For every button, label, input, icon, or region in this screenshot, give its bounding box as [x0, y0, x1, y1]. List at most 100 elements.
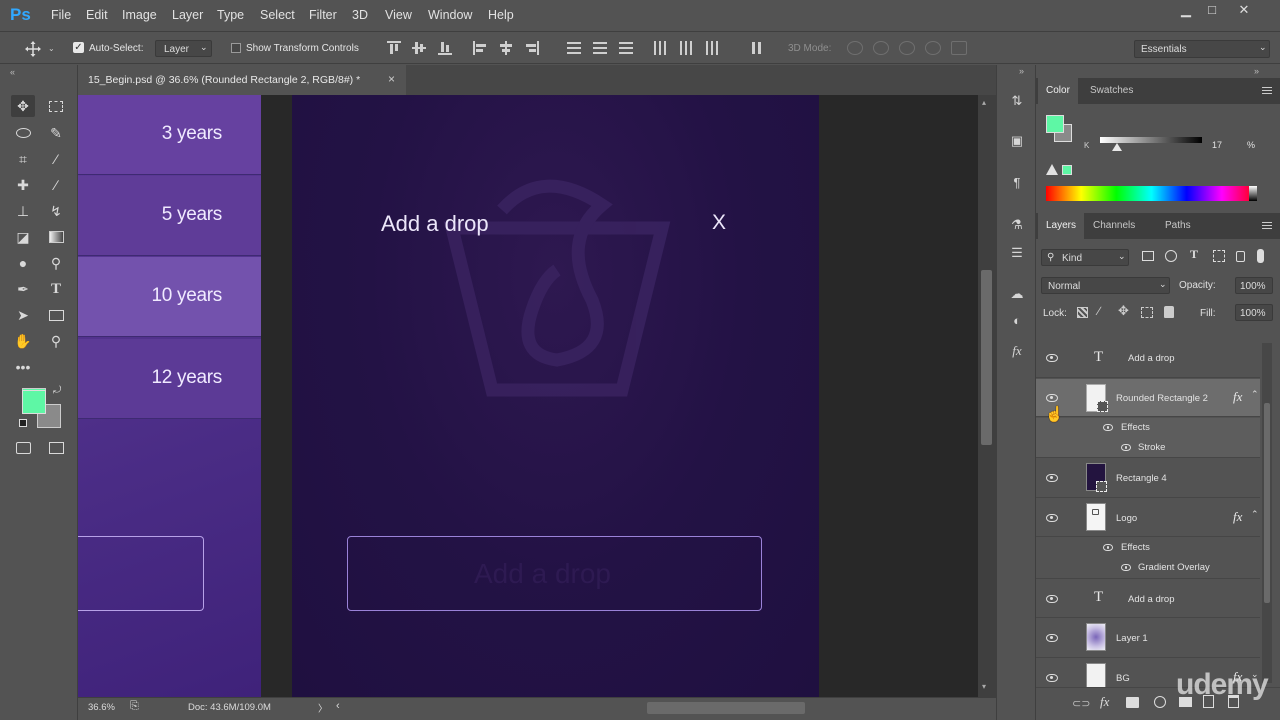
- menu-3d[interactable]: 3D: [352, 8, 368, 22]
- share-icon[interactable]: ⎘: [130, 700, 139, 713]
- close-tab-icon[interactable]: ×: [388, 72, 395, 86]
- artboard-add-drop-modal[interactable]: Add a drop X Add a drop: [292, 95, 819, 697]
- swap-colors-icon[interactable]: ⤾: [53, 385, 61, 396]
- blur-tool[interactable]: ●: [11, 252, 35, 274]
- effects-row[interactable]: Effects: [1036, 418, 1260, 438]
- distribute-right-icon[interactable]: [705, 41, 719, 55]
- menu-type[interactable]: Type: [217, 8, 244, 22]
- vertical-scroll-thumb[interactable]: [981, 270, 992, 445]
- align-right-icon[interactable]: [525, 41, 539, 55]
- visibility-eye-icon[interactable]: [1046, 514, 1058, 522]
- filter-shape-icon[interactable]: [1213, 250, 1225, 262]
- eraser-tool[interactable]: ◪: [11, 226, 35, 248]
- tool-preset-chevron-icon[interactable]: ⌄: [48, 44, 55, 53]
- lock-transparent-icon[interactable]: [1077, 307, 1088, 318]
- distribute-bottom-icon[interactable]: [619, 41, 633, 55]
- zoom-level[interactable]: 36.6%: [88, 702, 115, 713]
- align-horizontal-center-icon[interactable]: [499, 41, 513, 55]
- tab-color[interactable]: Color: [1038, 78, 1078, 104]
- stroke-visibility-eye-icon[interactable]: [1121, 444, 1131, 451]
- scroll-up-icon[interactable]: ▴: [982, 98, 986, 107]
- brush-presets-icon[interactable]: ⚗: [1007, 215, 1027, 235]
- styles-panel-icon[interactable]: fx: [1007, 341, 1027, 361]
- default-colors-icon[interactable]: [19, 419, 27, 427]
- layer-row[interactable]: T Add a drop: [1036, 580, 1260, 618]
- lock-position-icon[interactable]: ✥: [1118, 303, 1129, 319]
- new-adjustment-icon[interactable]: [1154, 696, 1166, 708]
- effects-visibility-eye-icon[interactable]: [1103, 424, 1113, 431]
- distribute-left-icon[interactable]: [653, 41, 667, 55]
- align-bottom-icon[interactable]: [438, 41, 452, 55]
- menu-select[interactable]: Select: [260, 8, 295, 22]
- menu-filter[interactable]: Filter: [309, 8, 337, 22]
- adjustments-slider-icon[interactable]: ☰: [1007, 243, 1027, 263]
- menu-edit[interactable]: Edit: [86, 8, 108, 22]
- add-mask-icon[interactable]: [1126, 697, 1139, 708]
- layer-row[interactable]: Logo fx ⌃: [1036, 499, 1260, 537]
- foreground-color-front[interactable]: [22, 390, 46, 414]
- out-of-gamut-warning-icon[interactable]: [1046, 164, 1058, 175]
- properties-panel-icon[interactable]: ▣: [1007, 131, 1027, 151]
- visibility-eye-icon[interactable]: [1046, 595, 1058, 603]
- collapse-effects-icon[interactable]: ⌃: [1251, 509, 1259, 520]
- tab-channels[interactable]: Channels: [1085, 213, 1143, 239]
- distribute-top-icon[interactable]: [567, 41, 581, 55]
- layers-scroll-thumb[interactable]: [1264, 403, 1270, 603]
- layer-effects-icon[interactable]: fx: [1233, 509, 1242, 525]
- align-vertical-center-icon[interactable]: [412, 41, 426, 55]
- filter-adjustment-icon[interactable]: [1165, 250, 1177, 262]
- effects-visibility-eye-icon[interactable]: [1103, 544, 1113, 551]
- k-slider-handle[interactable]: [1112, 143, 1122, 151]
- artboard-plans[interactable]: 3 years 5 years 10 years 12 years: [78, 95, 261, 697]
- color-panel-menu-icon[interactable]: [1262, 87, 1272, 94]
- layer-effects-icon[interactable]: fx: [1233, 389, 1242, 405]
- close-window-button[interactable]: ✕: [1230, 2, 1258, 20]
- document-tab[interactable]: 15_Begin.psd @ 36.6% (Rounded Rectangle …: [78, 65, 406, 95]
- collapse-effects-icon[interactable]: ⌃: [1251, 389, 1259, 400]
- k-value[interactable]: 17: [1212, 140, 1222, 150]
- move-tool-icon[interactable]: [25, 41, 41, 57]
- eyedropper-tool[interactable]: ⁄: [44, 148, 68, 170]
- crop-tool[interactable]: ⌗: [11, 148, 35, 170]
- menu-layer[interactable]: Layer: [172, 8, 203, 22]
- auto-select-target-dropdown[interactable]: Layer ⌄: [155, 40, 212, 57]
- collapse-panels-icon[interactable]: »: [1254, 66, 1259, 76]
- libraries-cloud-icon[interactable]: ☁: [1007, 284, 1027, 304]
- opacity-field[interactable]: 100%: [1235, 277, 1273, 294]
- filter-toggle-icon[interactable]: [1257, 249, 1264, 263]
- clone-stamp-tool[interactable]: ⊥: [11, 200, 35, 222]
- lock-pixels-brush-icon[interactable]: ∕: [1098, 304, 1100, 318]
- gamut-swatch[interactable]: [1062, 165, 1072, 175]
- brush-tool[interactable]: ∕: [44, 174, 68, 196]
- distribute-horizontal-center-icon[interactable]: [679, 41, 693, 55]
- align-top-icon[interactable]: [387, 41, 401, 55]
- effect-stroke-row[interactable]: Stroke: [1036, 438, 1260, 458]
- restore-button[interactable]: □: [1198, 2, 1226, 20]
- auto-select-checkbox[interactable]: ✓: [73, 42, 84, 53]
- color-spectrum[interactable]: [1046, 186, 1257, 201]
- dodge-tool[interactable]: ⚲: [44, 252, 68, 274]
- canvas-area[interactable]: 3 years 5 years 10 years 12 years Add a …: [78, 95, 978, 697]
- history-panel-icon[interactable]: ⇅: [1007, 91, 1027, 111]
- gradient-overlay-visibility-eye-icon[interactable]: [1121, 564, 1131, 571]
- pen-tool[interactable]: ✒: [11, 278, 35, 300]
- collapse-toolbox-icon[interactable]: «: [10, 67, 15, 77]
- filter-type-icon[interactable]: T: [1190, 247, 1198, 262]
- horizontal-scroll-thumb[interactable]: [647, 702, 805, 714]
- screen-mode-icon[interactable]: [44, 437, 68, 459]
- color-foreground-swatch[interactable]: [1046, 115, 1064, 133]
- layer-row-selected[interactable]: Rounded Rectangle 2 fx ⌃: [1036, 379, 1260, 417]
- minimize-button[interactable]: ▁: [1172, 2, 1200, 20]
- menu-window[interactable]: Window: [428, 8, 472, 22]
- auto-align-layers-icon[interactable]: [750, 41, 764, 55]
- filter-pixel-icon[interactable]: [1142, 251, 1154, 261]
- layer-filter-kind-dropdown[interactable]: ⚲ Kind ⌄: [1041, 249, 1129, 266]
- add-style-fx-icon[interactable]: fx: [1100, 694, 1109, 710]
- filter-smart-object-icon[interactable]: [1236, 251, 1245, 262]
- lock-all-icon[interactable]: [1164, 306, 1174, 318]
- align-left-icon[interactable]: [473, 41, 487, 55]
- move-tool[interactable]: ✥: [11, 95, 35, 117]
- visibility-eye-icon[interactable]: [1046, 674, 1058, 682]
- canvas-vertical-scrollbar[interactable]: ▴ ▾: [978, 95, 996, 697]
- path-selection-tool[interactable]: ➤: [11, 304, 35, 326]
